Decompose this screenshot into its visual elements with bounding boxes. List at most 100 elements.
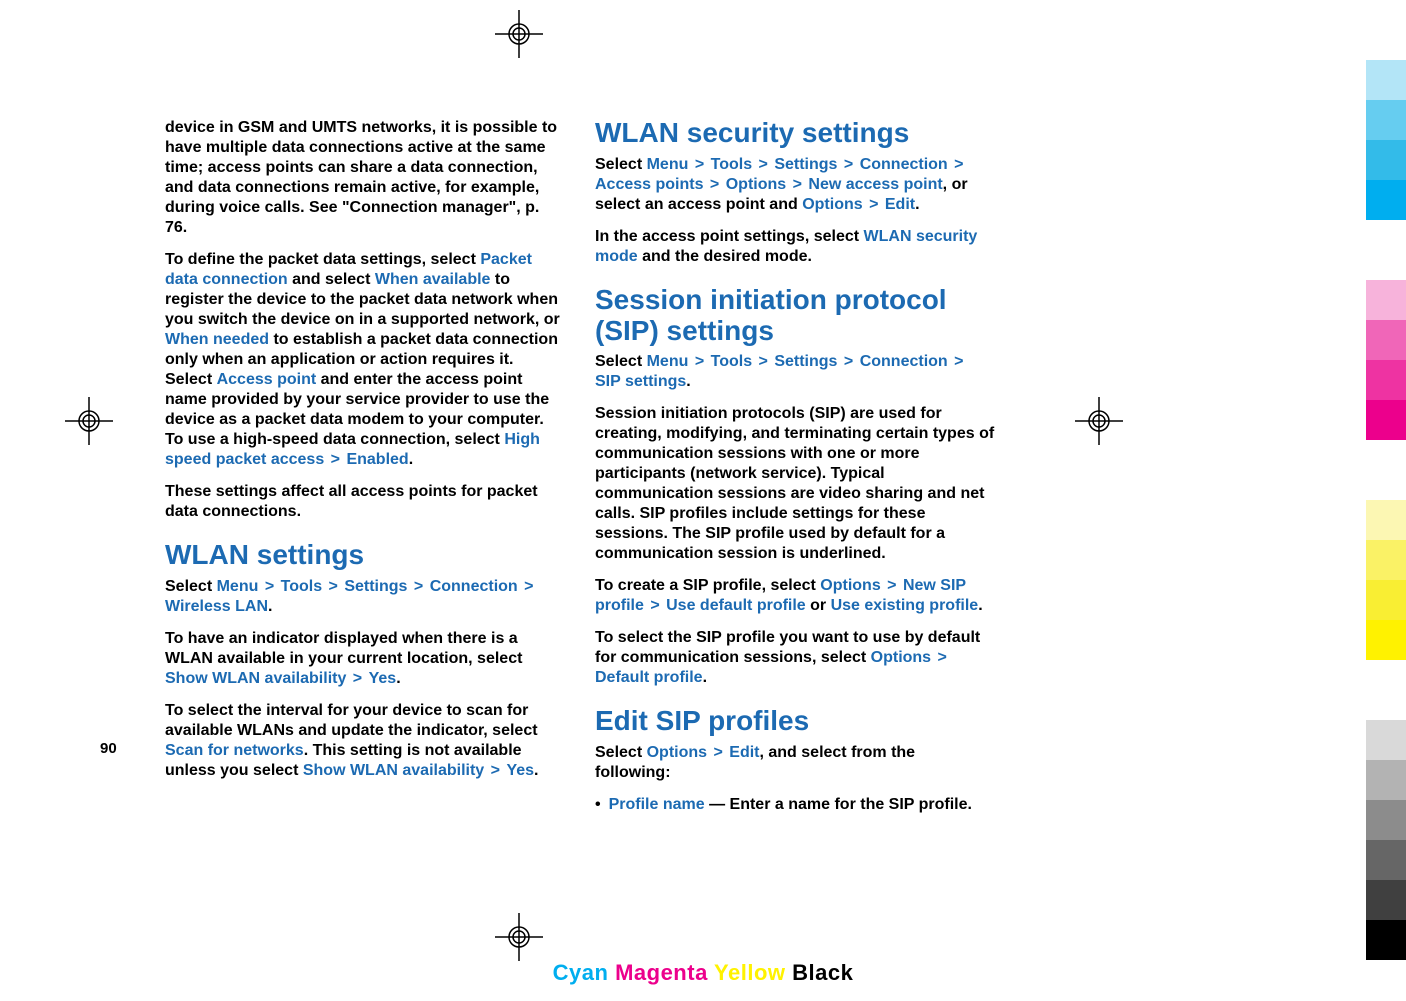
bullet-profile-name: • Profile name — Enter a name for the SI… [595, 795, 995, 815]
swatch [1366, 840, 1406, 880]
right-column: WLAN security settings Select Menu > Too… [595, 118, 995, 815]
link-profile-name: Profile name [609, 796, 705, 813]
registration-mark-icon [495, 913, 543, 961]
text: . [978, 597, 982, 614]
chevron-right-icon: > [752, 353, 774, 370]
para-gsm: device in GSM and UMTS networks, it is p… [165, 118, 565, 238]
swatch [1366, 320, 1406, 360]
swatch [1366, 100, 1406, 140]
text: To select the interval for your device t… [165, 702, 538, 739]
para-packet-data: To define the packet data settings, sele… [165, 250, 565, 470]
text: . [703, 669, 707, 686]
colorbar-yellow [1366, 500, 1406, 660]
link-when-needed: When needed [165, 331, 269, 348]
swatch [1366, 580, 1406, 620]
two-column-layout: device in GSM and UMTS networks, it is p… [165, 118, 995, 815]
page-content: device in GSM and UMTS networks, it is p… [165, 118, 995, 838]
chevron-right-icon: > [644, 597, 666, 614]
swatch [1366, 60, 1406, 100]
para-wlansec-mode: In the access point settings, select WLA… [595, 227, 995, 267]
link-wireless-lan: Wireless LAN [165, 598, 268, 615]
left-column: device in GSM and UMTS networks, it is p… [165, 118, 565, 815]
chevron-right-icon: > [688, 156, 710, 173]
chevron-right-icon: > [948, 353, 966, 370]
link-options: Options [726, 176, 786, 193]
link-show-wlan: Show WLAN availability [165, 670, 346, 687]
text: Select [165, 578, 217, 595]
text: Select [595, 744, 647, 761]
text: . [396, 670, 400, 687]
link-menu: Menu [647, 353, 689, 370]
colorbar-cyan [1366, 60, 1406, 220]
link-connection: Connection [430, 578, 518, 595]
para-sip-create: To create a SIP profile, select Options … [595, 576, 995, 616]
link-settings: Settings [344, 578, 407, 595]
swatch [1366, 360, 1406, 400]
link-tools: Tools [711, 156, 752, 173]
chevron-right-icon: > [752, 156, 774, 173]
link-connection: Connection [860, 156, 948, 173]
para-sip-default: To select the SIP profile you want to us… [595, 628, 995, 688]
chevron-right-icon: > [948, 156, 966, 173]
text: . [268, 598, 272, 615]
registration-mark-icon [495, 10, 543, 58]
swatch [1366, 720, 1406, 760]
footer-magenta-label: Magenta [615, 960, 708, 985]
cmyk-footer: Cyan Magenta Yellow Black [0, 960, 1406, 986]
text: To have an indicator displayed when ther… [165, 630, 522, 667]
heading-wlan-security: WLAN security settings [595, 118, 995, 149]
text: . [686, 373, 690, 390]
link-tools: Tools [711, 353, 752, 370]
link-menu: Menu [647, 156, 689, 173]
chevron-right-icon: > [407, 578, 429, 595]
link-new-access-point: New access point [808, 176, 942, 193]
link-connection: Connection [860, 353, 948, 370]
link-access-points: Access points [595, 176, 703, 193]
bullet-icon: • [595, 795, 601, 815]
para-sip-description: Session initiation protocols (SIP) are u… [595, 404, 995, 564]
swatch [1366, 280, 1406, 320]
link-menu: Menu [217, 578, 259, 595]
para-wlan-indicator: To have an indicator displayed when ther… [165, 629, 565, 689]
page-number: 90 [100, 740, 117, 757]
chevron-right-icon: > [703, 176, 725, 193]
chevron-right-icon: > [931, 649, 949, 666]
registration-mark-icon [65, 397, 113, 445]
footer-black-label: Black [792, 960, 853, 985]
link-options: Options [647, 744, 707, 761]
chevron-right-icon: > [518, 578, 536, 595]
link-options: Options [820, 577, 880, 594]
link-edit: Edit [729, 744, 759, 761]
link-edit: Edit [885, 196, 915, 213]
para-settings-note: These settings affect all access points … [165, 482, 565, 522]
colorbar-gray [1366, 720, 1406, 960]
link-when-available: When available [375, 271, 491, 288]
text: — Enter a name for the SIP profile. [705, 796, 972, 813]
para-wlan-path: Select Menu > Tools > Settings > Connect… [165, 577, 565, 617]
para-sip-path: Select Menu > Tools > Settings > Connect… [595, 352, 995, 392]
para-edit-sip-select: Select Options > Edit, and select from t… [595, 743, 995, 783]
link-show-wlan-2: Show WLAN availability [303, 762, 484, 779]
swatch [1366, 760, 1406, 800]
chevron-right-icon: > [324, 451, 346, 468]
chevron-right-icon: > [258, 578, 280, 595]
link-access-point: Access point [217, 371, 317, 388]
link-settings: Settings [774, 353, 837, 370]
registration-mark-icon [1075, 397, 1123, 445]
text: or [806, 597, 831, 614]
swatch [1366, 540, 1406, 580]
colorbar-magenta [1366, 280, 1406, 440]
text: . [534, 762, 538, 779]
chevron-right-icon: > [346, 670, 368, 687]
swatch [1366, 180, 1406, 220]
swatch [1366, 400, 1406, 440]
swatch [1366, 920, 1406, 960]
link-options-2: Options [802, 196, 862, 213]
chevron-right-icon: > [484, 762, 506, 779]
link-tools: Tools [281, 578, 322, 595]
text: In the access point settings, select [595, 228, 864, 245]
link-settings: Settings [774, 156, 837, 173]
heading-sip-settings: Session initiation protocol (SIP) settin… [595, 285, 995, 347]
link-scan-networks: Scan for networks [165, 742, 304, 759]
text: To define the packet data settings, sele… [165, 251, 480, 268]
